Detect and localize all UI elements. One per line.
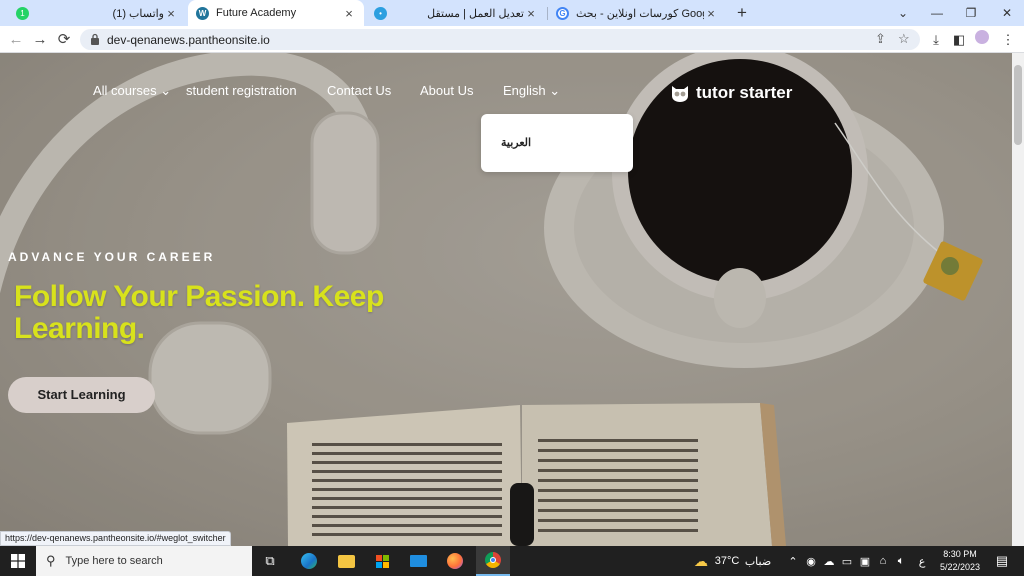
whatsapp-icon: 1 [16,6,29,20]
lock-icon[interactable] [90,33,100,45]
profile-avatar-icon[interactable] [972,30,992,50]
tab-title: تعديل العمل | مستقل [427,7,524,20]
close-icon[interactable]: × [164,6,178,21]
tab-title: كورسات اونلاين - بحث Google [576,7,704,20]
taskbar-clock[interactable]: 8:30 PM 5/22/2023 [935,548,985,574]
tab-strip: 1 (1) واتساب × W Future Academy × • تعدي… [0,0,1024,26]
site-logo[interactable]: tutor starter [670,83,792,103]
menu-dots-icon[interactable]: ⋮ [998,30,1018,50]
owl-logo-icon [672,86,688,102]
file-explorer-icon[interactable] [331,546,361,576]
chrome-icon[interactable] [476,546,510,576]
weather-icon[interactable]: ☁ [690,546,712,576]
page-scrollbar[interactable] [1012,53,1024,546]
side-panel-icon[interactable]: ◧ [949,30,969,50]
chevron-down-icon: ⌄ [545,83,561,98]
language-option-arabic[interactable]: العربية [501,136,531,149]
download-icon[interactable]: ⤓ [926,30,946,50]
forward-arrow-icon[interactable]: → [29,29,51,51]
wordpress-icon: W [196,6,209,20]
store-icon[interactable] [367,546,397,576]
display-icon[interactable]: ▣ [857,546,873,576]
battery-icon[interactable]: ▭ [839,546,855,576]
status-bar-url: https://dev-qenanews.pantheonsite.io/#we… [0,531,231,546]
onedrive-icon[interactable]: ☁ [821,546,837,576]
tab-title: Future Academy [216,7,297,19]
restore-button[interactable]: ❐ [954,0,988,26]
bookmark-star-icon[interactable]: ☆ [898,31,910,47]
nav-all-courses[interactable]: All courses ⌄ [93,83,171,99]
input-language-indicator[interactable]: ع [914,546,930,576]
scrollbar-thumb[interactable] [1014,65,1022,145]
nav-student-registration[interactable]: student registration [186,83,297,98]
tab-mostaql[interactable]: • تعديل العمل | مستقل × [366,0,546,26]
clock-time: 8:30 PM [943,549,977,559]
record-icon[interactable]: ◉ [803,546,819,576]
start-learning-button[interactable]: Start Learning [8,377,155,413]
firefox-icon[interactable] [440,546,470,576]
new-tab-button[interactable]: + [732,3,752,23]
hero-section: All courses ⌄ student registration Conta… [0,53,1012,546]
close-icon[interactable]: × [704,6,718,21]
windows-logo-icon [11,554,25,568]
brand-name: tutor starter [696,83,793,102]
language-switcher[interactable]: English ⌄ [503,83,560,99]
language-dropdown-menu: العربية [481,114,633,172]
windows-taskbar: ⚲ Type here to search ⧉ ☁ 37°C ضباب ⌃ ◉ … [0,546,1024,576]
tab-google-search[interactable]: G كورسات اونلاين - بحث Google × [548,0,726,26]
nav-all-courses-label: All courses [93,83,157,98]
language-switcher-label: English [503,83,546,98]
notification-icon[interactable]: ▤ [990,546,1014,576]
tab-whatsapp[interactable]: 1 (1) واتساب × [8,0,186,26]
weather-temperature[interactable]: 37°C [712,546,742,576]
back-arrow-icon[interactable]: ← [5,29,27,51]
address-bar[interactable]: dev-qenanews.pantheonsite.io ⇪ ☆ [80,29,920,50]
minimize-button[interactable]: — [920,0,954,26]
close-icon[interactable]: × [524,6,538,21]
hero-headline: Follow Your Passion. Keep Learning. [14,280,384,345]
reload-icon[interactable]: ⟳ [53,29,75,51]
edge-browser-icon[interactable] [294,546,324,576]
search-icon: ⚲ [46,553,56,568]
weather-description[interactable]: ضباب [745,546,771,576]
tab-title: (1) واتساب [112,7,164,20]
taskbar-search-placeholder: Type here to search [65,555,163,567]
close-icon[interactable]: × [342,6,356,21]
browser-toolbar: ← → ⟳ dev-qenanews.pantheonsite.io ⇪ ☆ ⤓… [0,26,1024,53]
mostaql-icon: • [374,6,387,20]
mail-icon[interactable] [403,546,433,576]
start-button[interactable] [0,546,36,576]
chevron-down-icon: ⌄ [156,83,172,98]
hero-eyebrow: ADVANCE YOUR CAREER [8,250,216,264]
share-icon[interactable]: ⇪ [875,31,886,47]
chevron-up-icon[interactable]: ⌃ [786,546,800,576]
task-view-icon[interactable]: ⧉ [256,546,284,576]
volume-icon[interactable]: 🔈︎ [893,546,909,576]
close-window-button[interactable]: ✕ [990,0,1024,26]
taskbar-search-box[interactable]: ⚲ Type here to search [36,546,252,576]
google-icon: G [556,6,569,20]
clock-date: 5/22/2023 [939,562,981,572]
tab-search-button[interactable]: ⌄ [886,0,920,26]
network-icon[interactable]: ⌂ [875,546,891,576]
tab-future-academy[interactable]: W Future Academy × [188,0,364,26]
nav-about-us[interactable]: About Us [420,83,473,98]
url-text: dev-qenanews.pantheonsite.io [107,33,270,47]
nav-contact-us[interactable]: Contact Us [327,83,391,98]
